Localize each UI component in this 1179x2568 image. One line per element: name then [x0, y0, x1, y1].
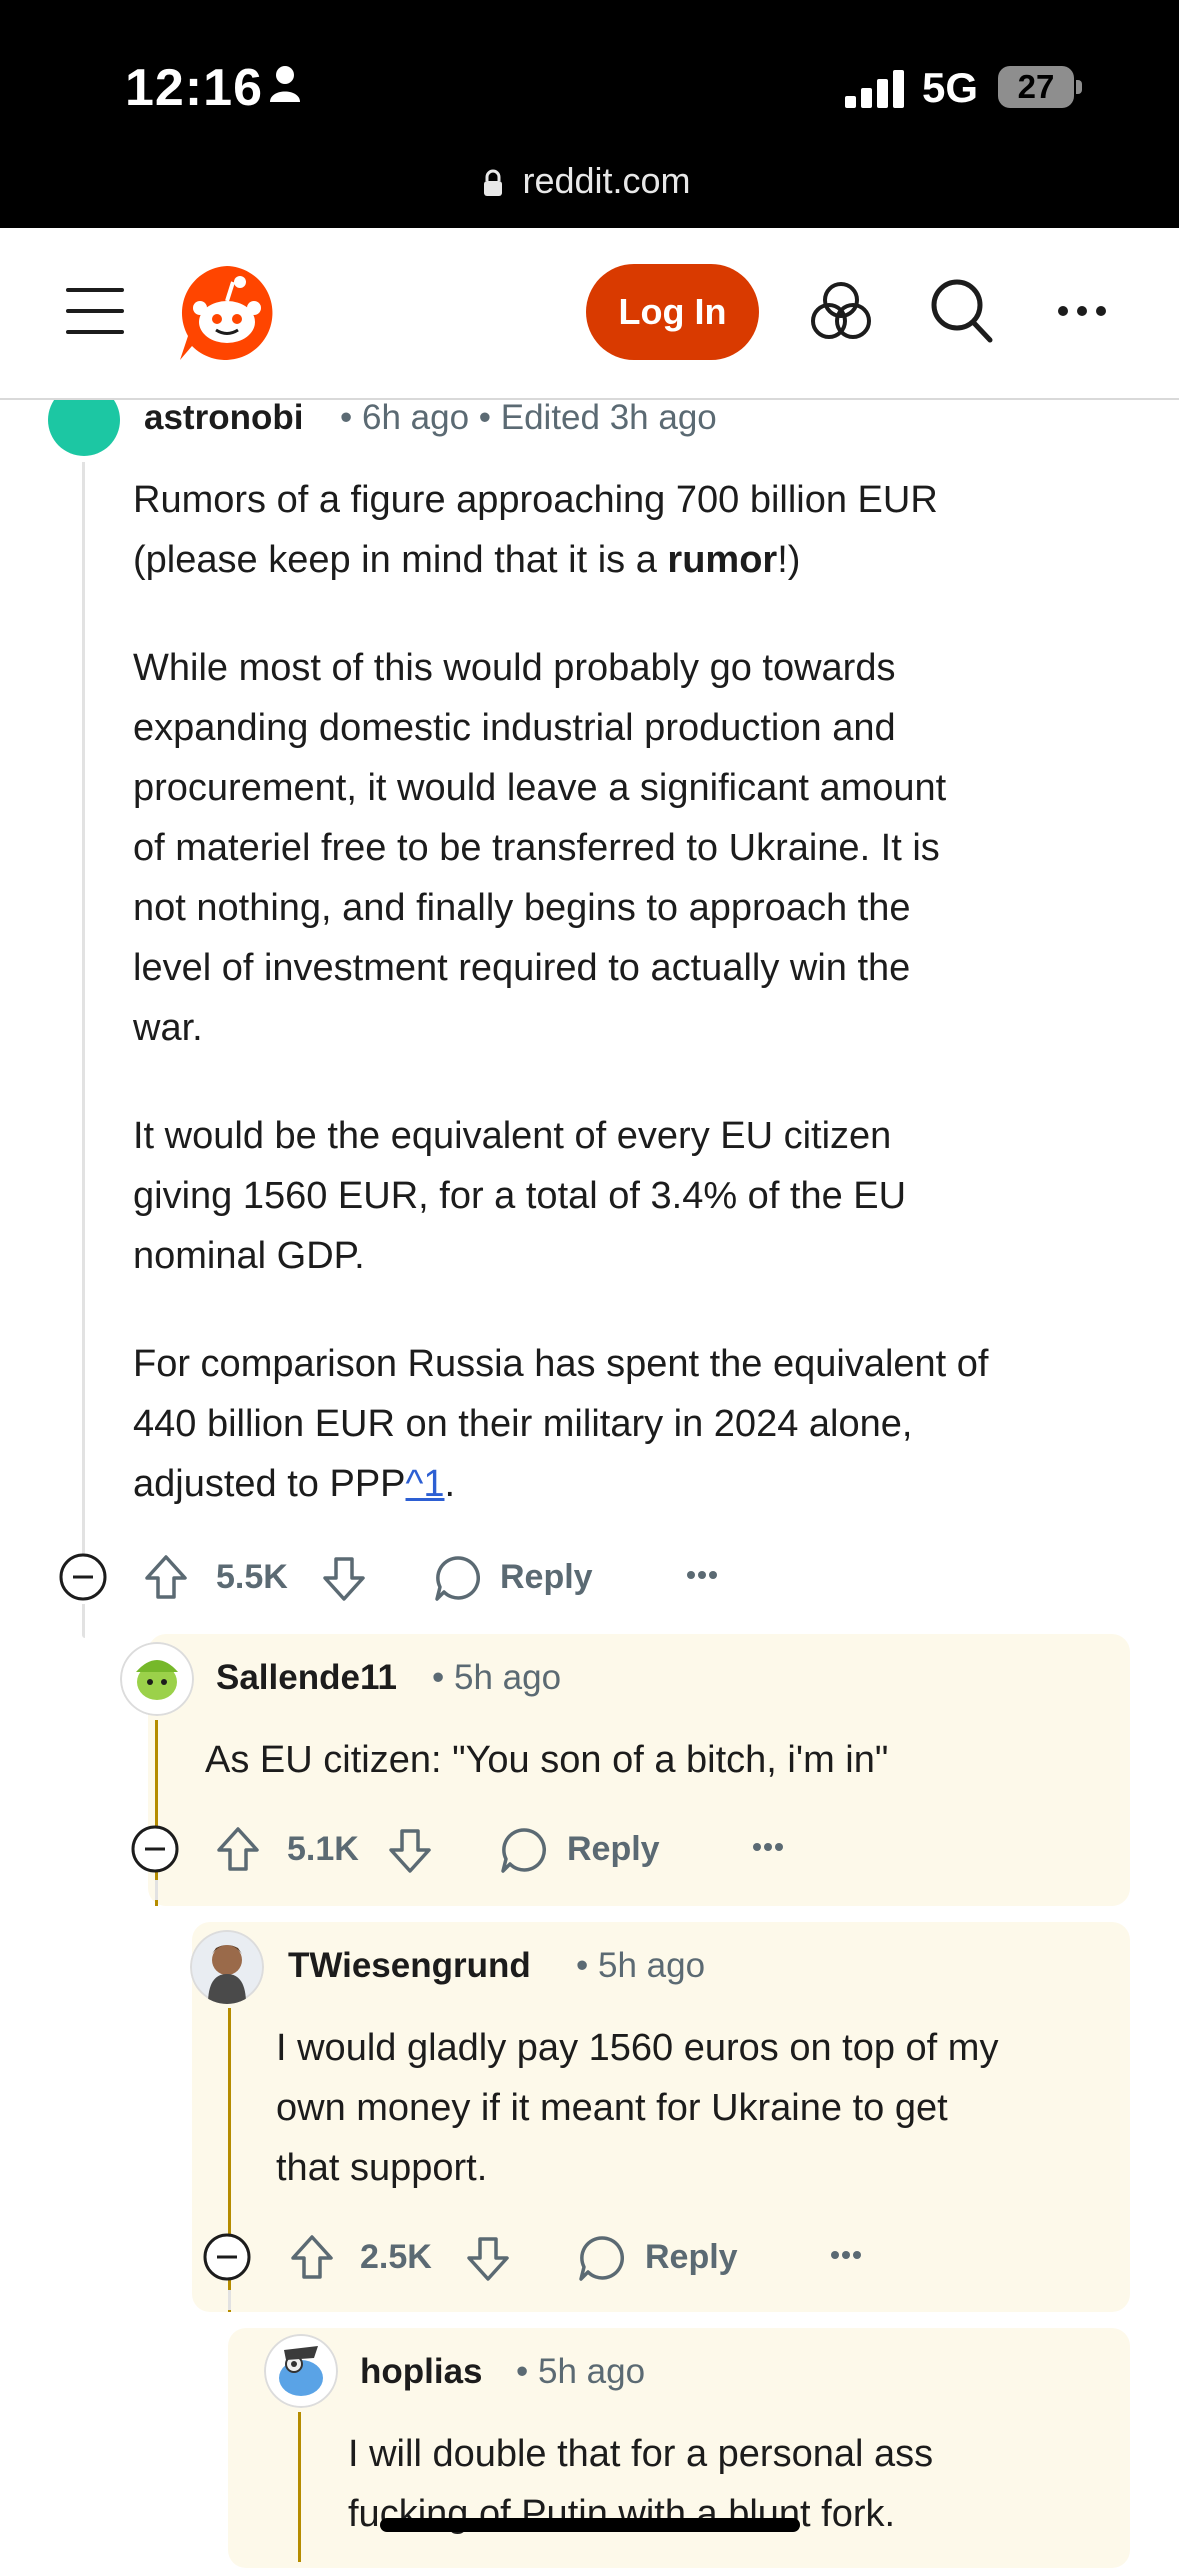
- comment-line: of materiel free to be transferred to Uk…: [133, 827, 940, 869]
- footnote-link[interactable]: ^1: [406, 1463, 445, 1505]
- upvote-icon[interactable]: [216, 1826, 260, 1872]
- upvote-icon[interactable]: [290, 2234, 334, 2280]
- comment-line: 440 billion EUR on their military in 202…: [133, 1403, 913, 1445]
- comment-line: It would be the equivalent of every EU c…: [133, 1115, 892, 1157]
- comment-line: nominal GDP.: [133, 1235, 365, 1277]
- downvote-icon[interactable]: [388, 1828, 432, 1874]
- comment-author[interactable]: TWiesengrund: [288, 1946, 531, 1986]
- reply-button[interactable]: Reply: [645, 2238, 738, 2277]
- thread-connector: [82, 1604, 85, 1638]
- battery-indicator: 27: [998, 66, 1074, 108]
- comment-line: not nothing, and finally begins to appro…: [133, 887, 911, 929]
- downvote-icon[interactable]: [322, 1556, 366, 1602]
- reply-button[interactable]: Reply: [567, 1830, 660, 1869]
- avatar[interactable]: [190, 1930, 264, 2004]
- thread-line[interactable]: [82, 462, 85, 1554]
- comment-body: As EU citizen: "You son of a bitch, i'm …: [205, 1739, 889, 1781]
- comment-line: For comparison Russia has spent the equi…: [133, 1343, 989, 1385]
- vote-count: 5.1K: [287, 1830, 359, 1868]
- person-icon: [270, 66, 300, 102]
- thread-line[interactable]: [298, 2412, 301, 2562]
- comment-line: giving 1560 EUR, for a total of 3.4% of …: [133, 1175, 907, 1217]
- url-text: reddit.com: [522, 160, 691, 201]
- reply-icon[interactable]: [434, 1554, 482, 1602]
- collapse-thread-icon[interactable]: [130, 1824, 180, 1874]
- comment-line: While most of this would probably go tow…: [133, 647, 896, 689]
- comment-author[interactable]: astronobi: [144, 398, 303, 438]
- comment-timestamp: • 5h ago: [576, 1946, 706, 1985]
- comment-line: Rumors of a figure approaching 700 billi…: [133, 479, 938, 521]
- comment-line: adjusted to PPP^1.: [133, 1463, 456, 1505]
- thread-line[interactable]: [155, 1720, 158, 1906]
- reply-icon[interactable]: [578, 2234, 626, 2282]
- comment-timestamp: • 6h ago • Edited 3h ago: [340, 398, 717, 437]
- comment-line: fucking of Putin with a blunt fork.: [348, 2493, 896, 2535]
- thread-connector: [228, 2290, 231, 2310]
- comment-author[interactable]: Sallende11: [216, 1658, 397, 1698]
- more-options-icon[interactable]: [1056, 304, 1108, 318]
- comment-line: war.: [133, 1007, 203, 1049]
- comment-line: I will double that for a personal ass: [348, 2433, 934, 2475]
- hamburger-menu-icon[interactable]: [66, 288, 124, 334]
- signal-icon: [845, 70, 904, 108]
- clock: 12:16: [125, 59, 263, 117]
- network-type: 5G: [922, 64, 979, 111]
- more-options-icon[interactable]: [752, 1842, 784, 1852]
- comment-line: expanding domestic industrial production…: [133, 707, 896, 749]
- avatar[interactable]: [264, 2334, 338, 2408]
- more-options-icon[interactable]: [686, 1570, 718, 1580]
- comment-timestamp: • 5h ago: [432, 1658, 562, 1697]
- comment-line: that support.: [276, 2147, 488, 2189]
- comment-timestamp: • 5h ago: [516, 2352, 646, 2391]
- collapse-thread-icon[interactable]: [58, 1552, 108, 1602]
- login-button[interactable]: Log In: [586, 264, 759, 360]
- battery-tip: [1076, 80, 1082, 94]
- downvote-icon[interactable]: [466, 2236, 510, 2282]
- comment-body: I would gladly pay 1560 euros on top of …: [276, 2018, 1116, 2198]
- upvote-icon[interactable]: [144, 1554, 188, 1600]
- comment-line: level of investment required to actually…: [133, 947, 911, 989]
- comment-line: own money if it meant for Ukraine to get: [276, 2087, 948, 2129]
- home-indicator[interactable]: [380, 2518, 800, 2532]
- more-options-icon[interactable]: [830, 2250, 862, 2260]
- app-header: Log In: [0, 228, 1179, 400]
- vote-count: 5.5K: [216, 1558, 288, 1596]
- reddit-logo-icon[interactable]: [178, 264, 276, 364]
- avatar[interactable]: [120, 1642, 194, 1716]
- comment-body: Rumors of a figure approaching 700 billi…: [133, 470, 1153, 1514]
- reply-button[interactable]: Reply: [500, 1558, 593, 1597]
- comment-author[interactable]: hoplias: [360, 2352, 483, 2392]
- comment-line: (please keep in mind that it is a rumor!…: [133, 539, 801, 581]
- status-bar: 12:16 5G 27 reddit.com: [0, 0, 1179, 228]
- games-icon[interactable]: [810, 280, 872, 342]
- collapse-thread-icon[interactable]: [202, 2232, 252, 2282]
- vote-count: 2.5K: [360, 2238, 432, 2276]
- search-icon[interactable]: [930, 278, 994, 344]
- thread-connector: [155, 1880, 158, 1900]
- url-bar[interactable]: reddit.com: [0, 160, 1179, 202]
- reply-icon[interactable]: [500, 1826, 548, 1874]
- comment-line: I would gladly pay 1560 euros on top of …: [276, 2027, 999, 2069]
- comment-line: procurement, it would leave a significan…: [133, 767, 947, 809]
